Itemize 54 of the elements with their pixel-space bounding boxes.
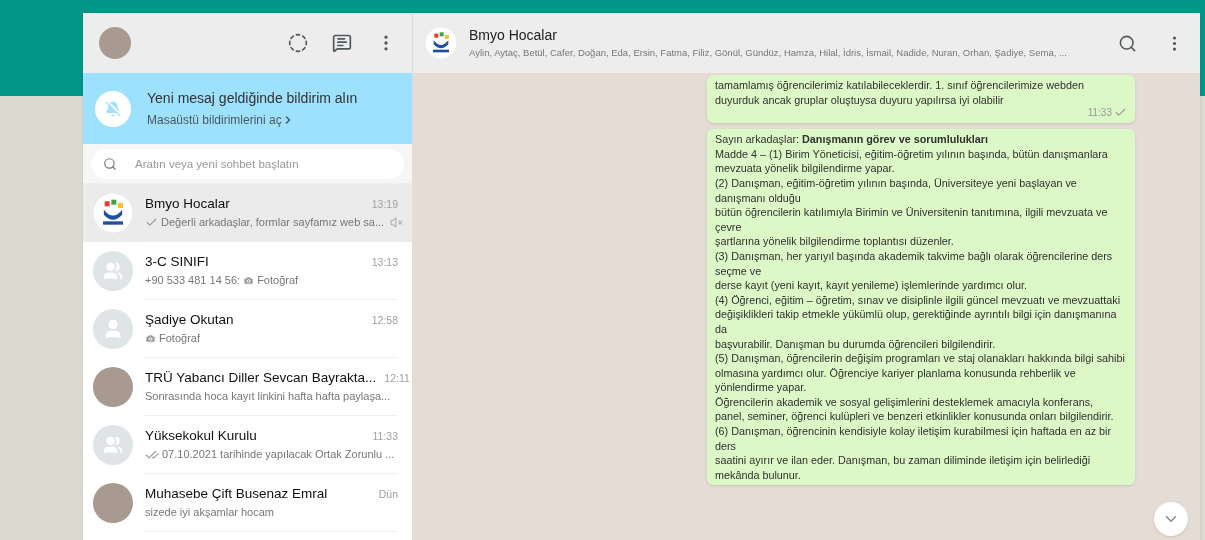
search-field[interactable]: Aratın veya yeni sohbet başlatın: [91, 148, 404, 179]
chat-list-item[interactable]: TRÜ Yabancı Diller Sevcan Bayrakta... 12:11 Sonrasında hoca kayıt linkini hafta hafta paylaşa...: [83, 358, 412, 416]
message-text: derse kayıt (yeni kayıt, kayıt yenileme) işlemlerinde yardımcı olur.: [715, 278, 1029, 293]
chat-time: Dün: [378, 487, 398, 503]
logo-avatar: [425, 27, 457, 59]
enable-notifications-link[interactable]: Masaüstü bildirimlerini aç: [147, 111, 358, 129]
group-avatar: [93, 425, 133, 465]
message-text: başvurabilir. Danışman bu durumda öğrencileri bilgilendirir.: [715, 336, 997, 352]
chat-name: Şadiye Okutan: [145, 311, 234, 330]
photo-placeholder: [93, 367, 133, 407]
sender-number: +90 533 481 14 56:: [145, 273, 241, 289]
message-text: duyurduk ancak gruplar oluştuysa duyuru yapılırsa iyi olabilir: [715, 92, 1005, 108]
message-preview: sizede iyi akşamlar hocam: [145, 505, 274, 521]
message-text: şartlarına yönelik bilgilendirme toplantısı düzenler.: [715, 234, 955, 249]
message-text: olmasına yardımcı olur. Öğrenciye kariyer planlama konusunda rehberlik ve yönlendirme yapar.: [715, 365, 1077, 395]
photo-placeholder: [93, 483, 133, 523]
search-icon: [103, 156, 117, 171]
new-chat-icon[interactable]: [332, 33, 352, 53]
chat-title: Bmyo Hocalar: [469, 26, 557, 46]
chat-time: 13:13: [371, 255, 398, 271]
group-avatar: [93, 251, 133, 291]
message-preview: Fotoğraf: [257, 273, 299, 289]
message-text: Öğrencilerin akademik ve sosyal gelişimlerini desteklemek amacıyla konferans,: [715, 394, 1095, 410]
chat-name: Bmyo Hocalar: [145, 195, 230, 214]
message-text: (5) Danışman, öğrencilerin değişim programları ve staj olanakları hakkında bilgi sahibi: [715, 351, 1126, 366]
group-members: Aylin, Aytaç, Betül, Cafer, Doğan, Eda, Ersin, Fatma, Filiz, Gönül, Gündüz, Hamza, Hilal, İdris, İsmail, Nadide, Nuran, Orhan, Şadiye, Sema, ...: [469, 46, 1067, 61]
notification-title: Yeni mesaj geldiğinde bildirim alın: [147, 89, 358, 108]
chat-time: 12:11: [384, 371, 410, 387]
message-text: Madde 4 – (1) Birim Yöneticisi, eğitim-öğretim yılının başında, bütün danışmanlara: [715, 146, 1109, 162]
chat-list-item[interactable]: Bmyo Hocalar 13:19 Değerli arkadaşlar, formlar sayfamız web sa...: [83, 184, 412, 242]
chat-time: 13:19: [371, 197, 398, 213]
chat-name: Muhasebe Çift Busenaz Emral: [145, 485, 328, 504]
message-text: mevzuata yönelik bilgilendirme yapar.: [715, 161, 896, 176]
chat-name: 3-C SINIFI: [145, 253, 209, 272]
logo-avatar: [93, 193, 133, 233]
message-preview: Sonrasında hoca kayıt linkini hafta hafta paylaşa...: [145, 389, 391, 405]
message-text: Sayın arkadaşlar: Danışmanın görev ve sorumlulukları: [715, 132, 990, 147]
message-time: 11:33: [1087, 106, 1112, 121]
message-text: panel, seminer, öğrenci kulüpleri ve benzeri etkinlikler konusunda onları bilgilendirir.: [715, 409, 1115, 425]
message-text: mekânda bulunur.: [715, 467, 802, 483]
chat-time: 12:58: [371, 313, 398, 329]
status-icon[interactable]: [288, 33, 308, 53]
message-text: tamamlamış öğrencilerimiz katılabileceklerdir. 1. sınıf öğrencilerimize webden: [715, 78, 1086, 93]
chat-name: TRÜ Yabancı Diller Sevcan Bayrakta...: [145, 369, 377, 388]
message-preview: Fotoğraf: [159, 331, 200, 347]
muted-bell-icon: [95, 90, 131, 127]
search-icon[interactable]: [1118, 33, 1137, 53]
person-avatar: [93, 309, 133, 349]
chat-name: Yüksekokul Kurulu: [145, 427, 257, 446]
message-text: (4) Öğrenci, eğitim – öğretim, sınav ve disiplinle ilgili güncel mevzuatı ve mevzuattaki: [715, 292, 1122, 308]
message-preview: Değerli arkadaşlar, formlar sayfamız web sa...: [161, 215, 385, 231]
message-text: saatini ayırır ve ilan eder. Danışman, bu zaman diliminde iletişim için belirlediği: [715, 453, 1092, 468]
message-preview: 07.10.2021 tarihinde yapılacak Ortak Zorunlu ...: [162, 447, 395, 463]
chat-time: 11:33: [372, 429, 398, 445]
